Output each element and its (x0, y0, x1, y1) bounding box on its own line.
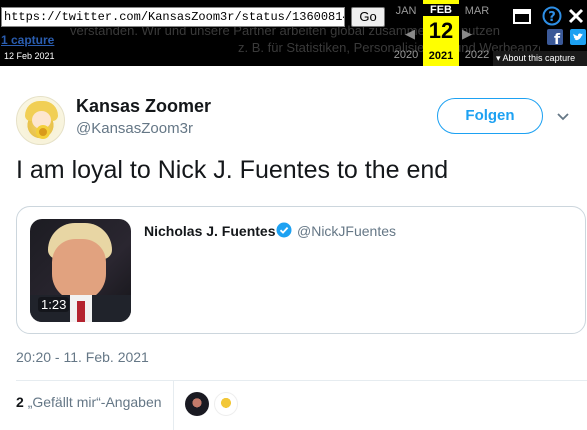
likes-count[interactable]: 2 „Gefällt mir“-Angaben (16, 394, 162, 410)
author-avatar[interactable] (16, 96, 65, 145)
quoted-author-name[interactable]: Nicholas J. Fuentes (144, 223, 275, 239)
facebook-icon[interactable]: f (547, 29, 563, 48)
next-month-column[interactable]: MAR 2022 (459, 0, 495, 66)
tweet-text: I am loyal to Nick J. Fuentes to the end (16, 156, 449, 184)
help-icon[interactable]: ? (542, 6, 562, 26)
close-icon[interactable] (566, 6, 586, 26)
about-capture-label: About this capture (502, 53, 576, 63)
prev-arrow-icon[interactable]: ◀ (405, 26, 415, 42)
vertical-divider (173, 381, 174, 430)
author-name[interactable]: Kansas Zoomer (76, 96, 211, 117)
follow-button[interactable]: Folgen (437, 98, 543, 134)
thumbnail-tie (77, 301, 85, 322)
go-button[interactable]: Go (351, 7, 385, 27)
current-capture: FEB 12 2021 (423, 0, 459, 66)
svg-text:f: f (554, 32, 561, 45)
verified-badge-icon (276, 222, 292, 238)
window-icon[interactable] (513, 9, 531, 24)
wayback-toolbar: verstanden. Wir und unsere Partner arbei… (0, 0, 587, 66)
tweet-card: Kansas Zoomer @KansasZoom3r Folgen I am … (0, 66, 587, 430)
quoted-author-handle[interactable]: @NickJFuentes (297, 223, 396, 239)
quoted-tweet[interactable]: 1:23 Nicholas J. Fuentes @NickJFuentes (16, 206, 586, 334)
chevron-down-icon[interactable] (557, 108, 569, 121)
sunflower-icon (36, 125, 50, 139)
twitter-share-icon[interactable] (570, 29, 586, 45)
liker-avatar[interactable] (214, 392, 238, 416)
captures-link[interactable]: 1 capture (1, 33, 54, 47)
divider (16, 380, 587, 381)
svg-text:?: ? (548, 10, 556, 25)
tweet-timestamp[interactable]: 20:20 - 11. Feb. 2021 (16, 349, 149, 365)
about-capture-button[interactable]: ▾ About this capture (493, 51, 587, 66)
likes-label: „Gefällt mir“-Angaben (27, 394, 162, 410)
video-thumbnail[interactable]: 1:23 (30, 219, 131, 322)
author-handle[interactable]: @KansasZoom3r (76, 120, 193, 137)
video-duration: 1:23 (38, 297, 70, 312)
wayback-url-input[interactable]: https://twitter.com/KansasZoom3r/status/… (1, 7, 345, 27)
thumbnail-face (52, 239, 106, 301)
liker-avatar[interactable] (185, 392, 209, 416)
likes-number: 2 (16, 394, 24, 410)
capture-date: 12 Feb 2021 (4, 51, 55, 61)
